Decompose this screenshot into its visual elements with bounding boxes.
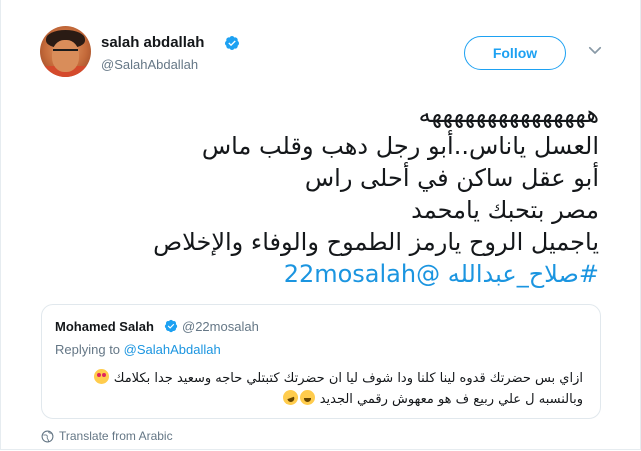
quoted-line: ازاي بس حضرتك قدوه لينا كلنا ودا شوف ليا… — [113, 371, 583, 386]
grin-emoji-icon — [299, 390, 315, 405]
tweet-line: أبو عقل ساكن في أحلى راس — [304, 164, 599, 192]
chevron-down-icon[interactable] — [586, 41, 604, 59]
tweet-text: هههههههههههههههه العسل ياناس..أبو رجل ده… — [39, 98, 599, 290]
quoted-text: ازاي بس حضرتك قدوه لينا كلنا ودا شوف ليا… — [53, 368, 583, 410]
translate-label[interactable]: Translate from Arabic — [59, 429, 173, 443]
replying-prefix: Replying to — [55, 342, 121, 357]
verified-badge-icon — [224, 36, 239, 50]
replying-to: Replying to @SalahAbdallah — [55, 342, 221, 357]
tweet-line: هههههههههههههههه — [418, 100, 599, 128]
replying-mention[interactable]: @SalahAbdallah — [124, 342, 221, 357]
quoted-author-name: Mohamed Salah — [55, 319, 154, 334]
tweet-card: salah abdallah @SalahAbdallah Follow ههه… — [0, 0, 641, 450]
quoted-line: وبالنسبه ل علي ربيع ف هو معهوش رقمي الجد… — [319, 392, 583, 407]
tweet-line: ياجميل الروح يارمز الطموح والوفاء والإخل… — [153, 228, 599, 256]
tweet-line: مصر بتحبك يامحمد — [411, 196, 599, 224]
follow-button[interactable]: Follow — [464, 36, 566, 70]
hashtag-mention-line[interactable]: #صلاح_عبدالله @22mosalah — [39, 258, 599, 290]
translate-link[interactable]: Translate from Arabic — [41, 429, 173, 443]
verified-badge-icon — [164, 319, 178, 333]
author-handle[interactable]: @SalahAbdallah — [101, 57, 198, 72]
heart-eyes-emoji-icon — [93, 369, 109, 384]
rofl-emoji-icon — [280, 387, 300, 408]
author-name[interactable]: salah abdallah — [101, 34, 204, 51]
quoted-tweet[interactable]: Mohamed Salah @22mosalah Replying to @Sa… — [41, 304, 601, 419]
tweet-line: العسل ياناس..أبو رجل دهب وقلب ماس — [201, 132, 599, 160]
quoted-author-handle: @22mosalah — [182, 319, 259, 334]
globe-icon — [41, 430, 54, 442]
avatar[interactable] — [40, 26, 91, 77]
